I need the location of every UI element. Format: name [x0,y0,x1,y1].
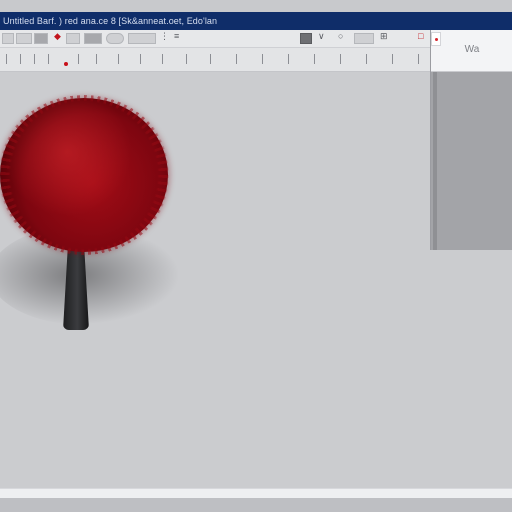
ruler-tick [34,54,35,64]
font-button[interactable]: ≡ [174,31,179,41]
side-panel-title: Wa [464,44,480,55]
status-bar [0,488,512,498]
zoom-icon[interactable] [128,33,156,44]
ruler-tick [392,54,393,64]
ruler-tick [118,54,119,64]
ruler-tick [96,54,97,64]
ruler-tick [20,54,21,64]
ruler-tick [186,54,187,64]
ruler-tick [48,54,49,64]
menu-icon[interactable] [2,33,14,44]
main-toolbar: ◆ ⋮ ≡ ∨ ○ ⊞ □ [0,30,430,48]
ruler-tick [314,54,315,64]
ruler-tick [366,54,367,64]
tree-foliage [0,98,168,252]
side-panel-header: Wa [431,30,512,72]
pin-icon [435,38,438,41]
grid-icon[interactable]: ⊞ [380,31,388,42]
ruler-tick [262,54,263,64]
disk-icon[interactable] [34,33,48,44]
brush-icon[interactable] [106,33,124,44]
ruler-tick [140,54,141,64]
top-gap [0,0,512,12]
ruler-tick [288,54,289,64]
drawing-canvas[interactable] [0,72,430,488]
title-bar: Untitled Barf. ) red ana.ce 8 [Sk&anneat… [0,12,512,30]
side-panel: Wa [430,30,512,250]
bold-button[interactable]: ∨ [318,31,325,42]
ruler-tick [210,54,211,64]
ruler-tick [78,54,79,64]
side-panel-divider [433,72,437,250]
ruler-tick [6,54,7,64]
undo-button[interactable] [66,33,80,44]
ruler-toolbar [0,48,430,72]
ruler-tick [340,54,341,64]
redo-button[interactable] [84,33,102,44]
canvas-right-area[interactable] [430,250,512,488]
italic-button[interactable]: ○ [338,31,343,41]
underline-button[interactable] [354,33,374,44]
ruler-tick [162,54,163,64]
app-window: Untitled Barf. ) red ana.ce 8 [Sk&anneat… [0,0,512,512]
text-icon[interactable]: ⋮ [160,31,169,42]
ruler-tick [236,54,237,64]
ruler-indent-marker[interactable] [64,62,68,66]
printer-icon[interactable]: ◆ [54,31,61,42]
bottom-edge [0,498,512,512]
folder-icon[interactable] [16,33,32,44]
ruler-tick [418,54,419,64]
window-title: Untitled Barf. ) red ana.ce 8 [Sk&anneat… [3,16,218,26]
color-button[interactable] [300,33,312,44]
close-panel-icon[interactable]: □ [418,31,423,41]
